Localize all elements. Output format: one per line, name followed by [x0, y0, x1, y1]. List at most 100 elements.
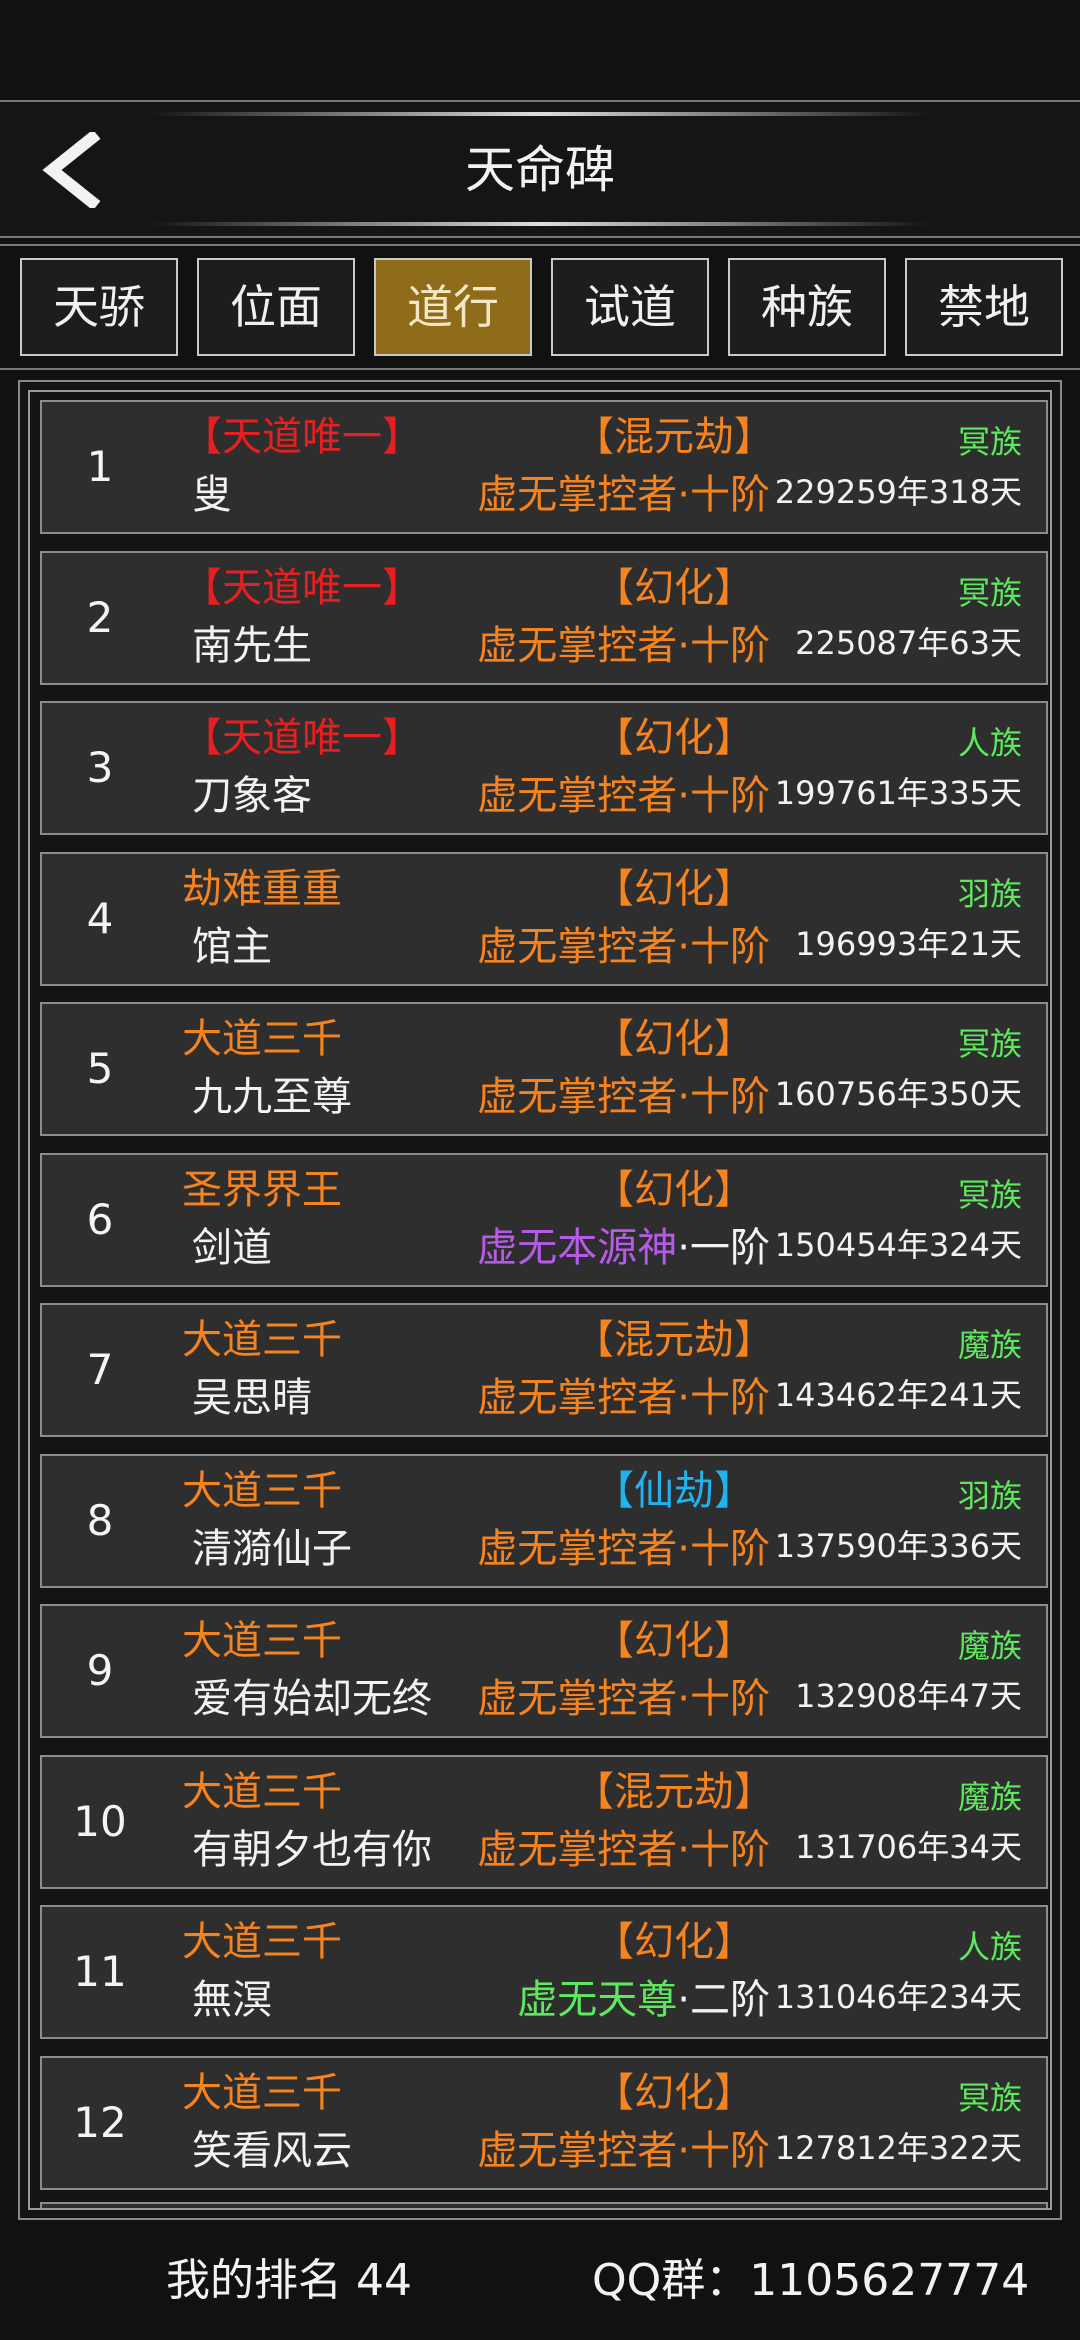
race-label: 冥族 [957, 573, 1022, 612]
rank-number: 1 [86, 442, 114, 491]
player-title: 大道三千 [182, 1768, 342, 1815]
cultivation-age: 131046年234天 [774, 1978, 1022, 2016]
tab-1[interactable]: 位面 [197, 258, 355, 356]
ranking-row[interactable]: 5 大道三千 九九至尊 【幻化】 虚无掌控者·十阶 冥族 160756年350天 [40, 1002, 1048, 1136]
rank-number: 8 [86, 1495, 114, 1545]
player-title: 劫难重重 [182, 865, 342, 912]
realm-name: 虚无本源神 [477, 1224, 678, 1271]
realm-stage: ·十阶 [677, 1676, 770, 1722]
ranking-row[interactable]: 8 大道三千 清漪仙子 【仙劫】 虚无掌控者·十阶 羽族 137590年336天 [40, 1453, 1048, 1588]
player-name: 剑道 [192, 1224, 272, 1271]
cultivation-age: 143462年241天 [774, 1376, 1022, 1414]
player-title: 【天道唯一】 [182, 715, 422, 761]
cultivation-realm: 虚无掌控者·十阶 [477, 1823, 770, 1877]
cultivation-realm: 虚无掌控者·十阶 [477, 619, 770, 673]
tab-5[interactable]: 禁地 [905, 258, 1063, 356]
header-glow-top [150, 112, 930, 116]
race-label: 魔族 [957, 1777, 1022, 1816]
player-name: 九九至尊 [192, 1074, 352, 1120]
dao-path: 【混元劫】 [574, 414, 774, 460]
realm-stage: ·十阶 [677, 1074, 770, 1120]
ranking-list-frame: 1 【天道唯一】叟【混元劫】 虚无掌控者·十阶 冥族 229259年318天 2 【天道唯一… [18, 380, 1062, 2220]
ranking-row[interactable]: 7 大道三千 吴思晴 【混元劫】 虚无掌控者·十阶 魔族 143462年241天 [40, 1303, 1048, 1437]
rank-number: 7 [86, 1345, 114, 1394]
cultivation-realm: 虚无本源神·一阶 [477, 1221, 770, 1275]
realm-name: 虚无掌控者 [477, 472, 678, 518]
ranking-row[interactable]: 6 圣界界王 剑道 【幻化】 虚无本源神·一阶 冥族 150454年324天 [40, 1152, 1048, 1287]
my-rank-label: 我的排名 44 [166, 2255, 412, 2306]
dao-path: 【幻化】 [594, 564, 754, 611]
player-name: 清漪仙子 [192, 1525, 352, 1572]
player-title: 大道三千 [182, 1919, 342, 1965]
rank-number: 2 [86, 592, 114, 642]
player-title: 大道三千 [182, 2069, 342, 2116]
list-item-partial [40, 2202, 1048, 2208]
realm-name: 虚无掌控者 [477, 1676, 678, 1722]
tab-2[interactable]: 道行 [374, 258, 532, 356]
realm-stage: ·十阶 [677, 1826, 770, 1873]
tab-0[interactable]: 天骄 [20, 258, 178, 356]
race-label: 羽族 [957, 874, 1022, 913]
player-name: 爱有始却无终 [192, 1676, 432, 1722]
dao-path: 【幻化】 [594, 1618, 754, 1664]
player-title: 圣界界王 [182, 1166, 342, 1213]
race-label: 魔族 [957, 1627, 1022, 1665]
cultivation-age: 196993年21天 [795, 924, 1022, 963]
realm-name: 虚无掌控者 [477, 1074, 678, 1120]
qq-group-label: QQ群：1105627774 [592, 2255, 1030, 2306]
cultivation-realm: 虚无掌控者·十阶 [477, 769, 770, 823]
cultivation-age: 199761年335天 [774, 774, 1022, 812]
race-label: 冥族 [957, 1025, 1022, 1063]
rank-number: 5 [86, 1044, 114, 1093]
tab-4[interactable]: 种族 [728, 258, 886, 356]
realm-name: 虚无掌控者 [477, 2127, 678, 2174]
player-name: 有朝夕也有你 [192, 1826, 432, 1873]
cultivation-realm: 虚无掌控者·十阶 [477, 1371, 770, 1425]
ranking-row[interactable]: 3 【天道唯一】 刀象客 【幻化】 虚无掌控者·十阶 人族 199761年335天 [40, 701, 1048, 835]
realm-stage: ·十阶 [677, 2127, 770, 2174]
dao-path: 【幻化】 [594, 1016, 754, 1062]
realm-name: 虚无天尊 [517, 1977, 678, 2023]
cultivation-age: 127812年322天 [774, 2128, 1022, 2167]
cultivation-realm: 虚无掌控者·十阶 [477, 1522, 770, 1576]
ranking-row[interactable]: 12 大道三千 笑看风云 【幻化】 虚无掌控者·十阶 冥族 127812年322天 [40, 2055, 1048, 2190]
cultivation-realm: 虚无掌控者·十阶 [477, 1070, 770, 1124]
cultivation-realm: 虚无掌控者·十阶 [477, 920, 770, 974]
player-title: 【天道唯一】 [182, 564, 422, 611]
dao-path: 【混元劫】 [574, 1768, 774, 1815]
realm-stage: ·十阶 [677, 923, 770, 970]
dao-path: 【混元劫】 [574, 1317, 774, 1363]
cultivation-realm: 虚无掌控者·十阶 [477, 2124, 770, 2178]
realm-stage: ·十阶 [677, 773, 770, 819]
realm-stage: ·十阶 [677, 1375, 770, 1421]
ranking-row[interactable]: 1 【天道唯一】叟 【混元劫】 虚无掌控者·十阶 冥族 229259年318天 [40, 400, 1048, 534]
ranking-row[interactable]: 9 大道三千 爱有始却无终 【幻化】 虚无掌控者·十阶 魔族 132908年47天 [40, 1604, 1048, 1738]
cultivation-age: 132908年47天 [795, 1677, 1022, 1715]
player-name: 吴思晴 [192, 1375, 312, 1421]
race-label: 冥族 [957, 2078, 1022, 2117]
player-title: 大道三千 [182, 1016, 342, 1062]
player-name: 馆主 [192, 923, 272, 970]
realm-name: 虚无掌控者 [477, 773, 678, 819]
tab-3[interactable]: 试道 [551, 258, 709, 356]
dao-path: 【幻化】 [594, 865, 754, 912]
dao-path: 【幻化】 [594, 1919, 754, 1965]
race-label: 冥族 [957, 423, 1022, 461]
cultivation-age: 131706年34天 [795, 1827, 1022, 1866]
rank-number: 12 [73, 2097, 127, 2147]
player-title: 【天道唯一】 [182, 414, 422, 460]
realm-name: 虚无掌控者 [477, 923, 678, 970]
tab-bar: 天骄 位面 道行 试道 种族 禁地 [20, 258, 1063, 360]
dao-path: 【幻化】 [594, 1166, 754, 1213]
header-divider [0, 238, 1080, 246]
player-name: 刀象客 [192, 773, 312, 819]
ranking-list[interactable]: 1 【天道唯一】叟【混元劫】 虚无掌控者·十阶 冥族 229259年318天 2 【天道唯一… [28, 390, 1052, 2210]
player-title: 大道三千 [182, 1317, 342, 1363]
status-bar [0, 0, 1080, 100]
race-label: 人族 [957, 724, 1022, 762]
ranking-row[interactable]: 4 劫难重重 馆主 【幻化】 虚无掌控者·十阶 羽族 196993年21天 [40, 851, 1048, 986]
ranking-row[interactable]: 2 【天道唯一】 南先生 【幻化】 虚无掌控者·十阶 冥族 225087年63天 [40, 550, 1048, 685]
ranking-row[interactable]: 10 大道三千 有朝夕也有你 【混元劫】 虚无掌控者·十阶 魔族 131706年34天 [40, 1754, 1048, 1889]
player-title: 大道三千 [182, 1618, 342, 1664]
ranking-row[interactable]: 11 大道三千 無溟 【幻化】 虚无天尊·二阶 人族 131046年234天 [40, 1905, 1048, 2039]
